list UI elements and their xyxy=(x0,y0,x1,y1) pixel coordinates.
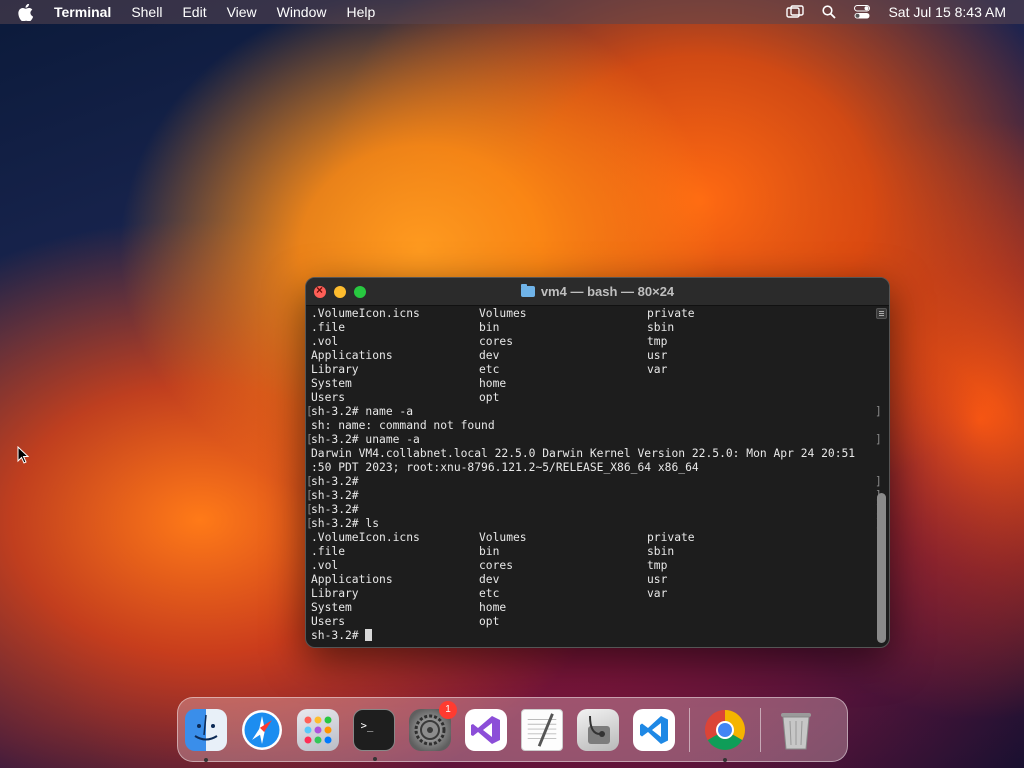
command-line: [sh-3.2# uname -a] xyxy=(306,433,882,446)
trash-icon[interactable] xyxy=(775,709,817,751)
listing-row: System home xyxy=(311,377,507,390)
command-line: [sh-3.2#] xyxy=(306,503,882,516)
running-indicator xyxy=(204,757,208,762)
dock: >_ 1 xyxy=(177,697,848,762)
active-prompt-line[interactable]: sh-3.2# xyxy=(311,629,889,643)
svg-text:>_: >_ xyxy=(361,720,374,732)
spotlight-search-icon[interactable] xyxy=(822,5,837,19)
listing-row: .file bin sbin xyxy=(311,321,675,334)
visual-studio-icon[interactable] xyxy=(465,708,507,751)
output-line: Darwin VM4.collabnet.local 22.5.0 Darwin… xyxy=(311,447,856,460)
menu-window[interactable]: Window xyxy=(277,4,327,20)
scroll-thumb[interactable] xyxy=(877,493,886,643)
control-center-icon[interactable] xyxy=(854,5,871,19)
listing-row: Library etc var xyxy=(311,363,668,376)
safari-icon[interactable] xyxy=(241,709,283,751)
menu-view[interactable]: View xyxy=(227,4,257,20)
terminal-window: vm4 — bash — 80×24 .VolumeIcon.icnsVolum… xyxy=(305,277,890,648)
listing-row: Applications dev usr xyxy=(311,349,668,362)
menu-edit[interactable]: Edit xyxy=(182,4,206,20)
vertical-scrollbar[interactable] xyxy=(876,308,887,646)
dock-separator xyxy=(689,707,690,752)
listing-row: .VolumeIcon.icns Volumes private xyxy=(311,531,695,544)
scroll-menu-icon[interactable] xyxy=(876,308,887,319)
chrome-icon[interactable] xyxy=(704,709,746,762)
listing-row: Users opt xyxy=(311,615,500,628)
running-indicator xyxy=(723,757,727,762)
output-line: :50 PDT 2023; root:xnu-8796.121.2~5/RELE… xyxy=(311,461,699,474)
window-title: vm4 — bash — 80×24 xyxy=(540,284,675,299)
listing-row: System home xyxy=(311,601,507,614)
launchpad-icon[interactable] xyxy=(297,708,339,751)
terminal-icon[interactable]: >_ xyxy=(353,708,395,761)
screen-mirroring-icon[interactable] xyxy=(786,5,805,19)
notification-badge: 1 xyxy=(439,700,457,719)
mouse-pointer-icon xyxy=(17,446,29,464)
text-cursor xyxy=(365,629,373,641)
command-line: [sh-3.2#] xyxy=(306,475,882,488)
running-indicator xyxy=(373,756,377,761)
listing-row: Applications dev usr xyxy=(311,573,668,586)
menu-shell[interactable]: Shell xyxy=(131,4,162,20)
vscode-icon[interactable] xyxy=(633,708,675,751)
apple-menu-icon[interactable] xyxy=(18,3,36,21)
command-line: [sh-3.2# name -a] xyxy=(306,405,882,418)
folder-icon xyxy=(520,284,535,297)
menu-bar: Terminal Shell Edit View Window Help Sat… xyxy=(0,0,1024,24)
dock-separator xyxy=(760,707,761,752)
output-line: sh: name: command not found xyxy=(311,419,495,432)
terminal-output[interactable]: .VolumeIcon.icns Volumes private .file bin s… xyxy=(306,306,889,647)
listing-row: Library etc var xyxy=(311,587,668,600)
textedit-icon[interactable] xyxy=(521,708,563,751)
menu-app-name[interactable]: Terminal xyxy=(54,4,111,20)
menubar-datetime[interactable]: Sat Jul 15 8:43 AM xyxy=(888,4,1006,20)
menu-help[interactable]: Help xyxy=(346,4,375,20)
listing-row: .file bin sbin xyxy=(311,545,675,558)
command-line: [sh-3.2# ls] xyxy=(306,517,882,530)
window-titlebar[interactable]: vm4 — bash — 80×24 xyxy=(306,278,889,306)
prompt-text: sh-3.2# xyxy=(311,629,366,642)
system-settings-icon[interactable]: 1 xyxy=(409,700,457,751)
listing-row: Users opt xyxy=(311,391,500,404)
finder-icon[interactable] xyxy=(185,708,227,762)
listing-row: .vol cores tmp xyxy=(311,559,668,572)
listing-row: .VolumeIcon.icns Volumes private xyxy=(311,307,695,320)
disk-utility-icon[interactable] xyxy=(577,708,619,751)
listing-row: .vol cores tmp xyxy=(311,335,668,348)
command-line: [sh-3.2#] xyxy=(306,489,882,502)
